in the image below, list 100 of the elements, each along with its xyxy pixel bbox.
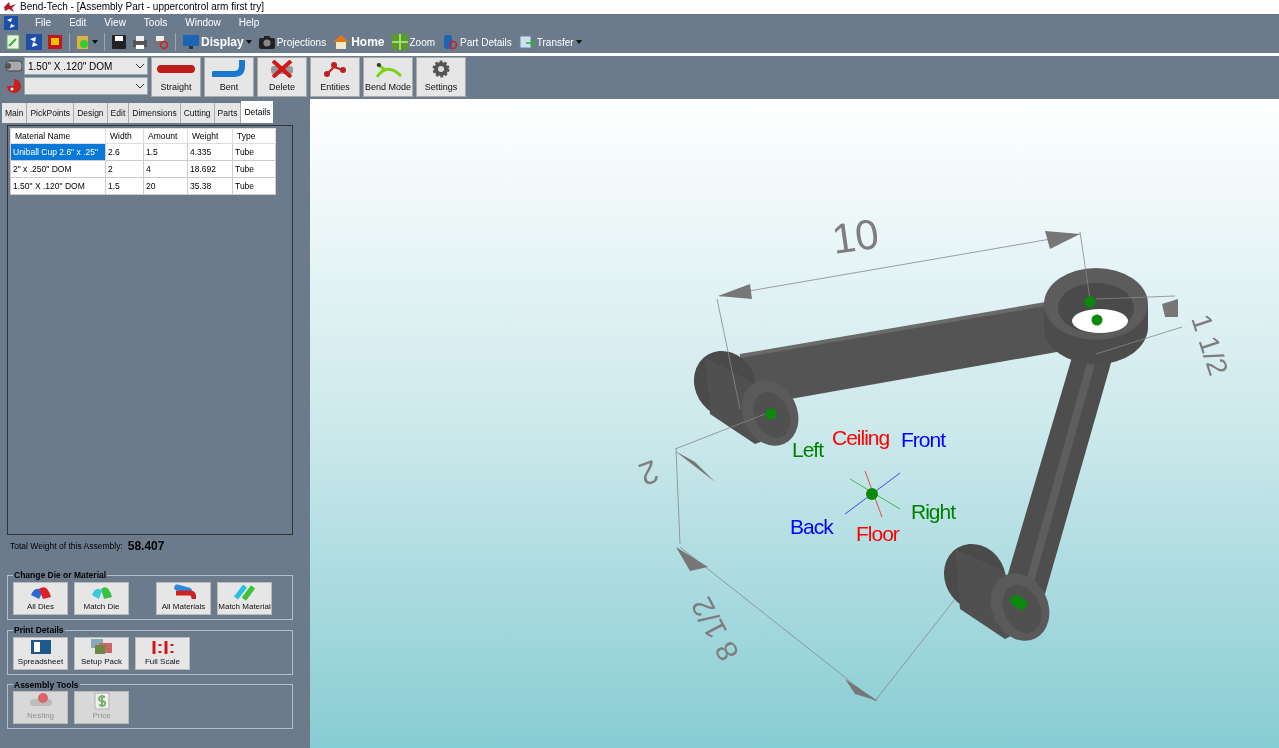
save-icon — [111, 34, 127, 50]
group-title: Print Details — [13, 623, 65, 637]
table-cell[interactable]: 35.38 — [187, 177, 233, 195]
caret-icon — [245, 40, 252, 44]
tab[interactable]: Cutting — [180, 103, 215, 123]
table-cell[interactable]: 1.50" X .120" DOM — [10, 177, 106, 195]
column-header[interactable]: Type — [232, 128, 276, 144]
die-icon — [4, 77, 22, 95]
table-cell[interactable]: 1.5 — [143, 143, 188, 161]
toolbar-button[interactable] — [110, 32, 128, 52]
toolbar-button[interactable] — [25, 32, 43, 52]
group-title: Change Die or Material — [13, 569, 108, 582]
group-button: Nesting — [13, 691, 68, 725]
axis-label: Ceiling — [832, 427, 890, 448]
arrowhead-icon — [1045, 231, 1080, 249]
tab[interactable]: Main — [2, 103, 28, 123]
axis-label: Right — [911, 501, 956, 522]
column-header[interactable]: Material Name — [10, 128, 106, 144]
spreadsheet-icon — [28, 637, 53, 656]
total-weight-label: Total Weight of this Assembly: — [10, 539, 123, 553]
table-cell[interactable]: Tube — [232, 143, 276, 161]
column-header[interactable]: Width — [105, 128, 144, 144]
setup-pack-icon — [89, 637, 114, 656]
menu-item[interactable]: Edit — [60, 15, 96, 30]
arrowhead-icon — [718, 284, 752, 299]
transfer-icon — [518, 34, 535, 50]
arrowhead-icon — [676, 547, 708, 571]
table-cell[interactable]: 1.5 — [105, 177, 144, 195]
group-button[interactable]: All Materials — [156, 581, 211, 615]
tool-button[interactable]: Entities — [310, 57, 360, 97]
toolbar-button[interactable]: Transfer — [516, 32, 584, 52]
tab[interactable]: Parts — [214, 103, 242, 123]
axis-label: Back — [790, 516, 833, 537]
tab[interactable]: Edit — [107, 103, 130, 123]
menu-item[interactable]: Window — [176, 15, 230, 30]
table-cell[interactable]: 18.692 — [187, 160, 233, 178]
3d-viewport[interactable]: 10 1 1/2 2 8 1/2 Left Ceiling Front Back Floor Right — [310, 99, 1279, 748]
tab[interactable]: Dimensions — [129, 103, 181, 123]
toolbar-button[interactable]: Part Details — [440, 32, 514, 52]
group-button[interactable]: Match Material — [217, 581, 272, 615]
arrowhead-icon — [675, 451, 715, 482]
open-icon — [26, 34, 42, 50]
group-button: Price — [74, 691, 129, 725]
group-title: Assembly Tools — [13, 678, 80, 692]
caret-icon — [575, 40, 582, 44]
table-cell[interactable]: 4 — [143, 160, 188, 178]
arrowhead-icon — [1162, 299, 1178, 317]
axis-label: Left — [792, 439, 824, 460]
table-cell[interactable]: 4.335 — [187, 143, 233, 161]
menu-item[interactable]: View — [95, 15, 135, 30]
caret-icon — [92, 40, 98, 44]
app-logo-icon — [4, 2, 16, 12]
toolbar-button[interactable]: Projections — [256, 32, 329, 52]
new-file-icon — [5, 34, 21, 50]
column-header[interactable]: Weight — [187, 128, 233, 144]
table-cell[interactable]: Tube — [232, 177, 276, 195]
tool-button[interactable]: Delete — [257, 57, 307, 97]
tool-button[interactable]: Straight — [151, 57, 201, 97]
nodes-icon — [322, 59, 348, 78]
chevron-down-icon — [136, 63, 144, 69]
menu-item[interactable]: Tools — [134, 15, 177, 30]
house-icon — [333, 34, 350, 50]
toolbar-button[interactable]: Home — [331, 32, 387, 52]
arrowhead-icon — [845, 679, 878, 701]
group-button[interactable]: Spreadsheet — [13, 636, 68, 670]
print-icon — [132, 34, 148, 50]
tool-button[interactable]: Settings — [416, 57, 466, 97]
tab[interactable]: Details — [241, 101, 274, 123]
axis-label: Front — [901, 429, 945, 450]
toolbar-button[interactable]: Zoom — [389, 32, 438, 52]
camera-icon — [258, 34, 275, 50]
table-cell[interactable]: 20 — [143, 177, 188, 195]
group-button[interactable]: Match Die — [74, 581, 129, 615]
total-weight-value: 58.407 — [127, 538, 165, 555]
tab[interactable]: PickPoints — [27, 103, 75, 123]
group-button[interactable]: All Dies — [13, 581, 68, 615]
material-select[interactable]: 1.50" X .120" DOM — [24, 57, 148, 75]
toolbar-button[interactable]: Display — [181, 32, 254, 52]
table-cell[interactable]: 2" x .250" DOM — [10, 160, 106, 178]
menu-item[interactable]: File — [26, 15, 61, 30]
bent-tube-icon — [212, 59, 246, 78]
tab[interactable]: Design — [74, 103, 108, 123]
column-header[interactable]: Amount — [143, 128, 188, 144]
table-cell[interactable]: Tube — [232, 160, 276, 178]
menu-item[interactable]: Help — [229, 15, 269, 30]
table-cell[interactable]: 2 — [105, 160, 144, 178]
print-preview-icon — [153, 34, 169, 50]
dimension-label[interactable]: 10 — [829, 212, 882, 262]
tool-button[interactable]: Bend Mode — [363, 57, 413, 97]
axis-cross — [844, 470, 901, 518]
app-menu-icon[interactable] — [4, 15, 18, 30]
chip-icon — [47, 34, 63, 50]
tool-button[interactable]: Bent — [204, 57, 254, 97]
group-button[interactable]: Setup Pack — [74, 636, 129, 670]
gear-icon — [431, 59, 451, 78]
group-button[interactable]: Full Scale — [135, 636, 190, 670]
table-cell[interactable]: 2.6 — [105, 143, 144, 161]
tube-icon — [4, 57, 22, 75]
chevron-down-icon — [136, 83, 144, 89]
materials-icon — [171, 582, 196, 601]
